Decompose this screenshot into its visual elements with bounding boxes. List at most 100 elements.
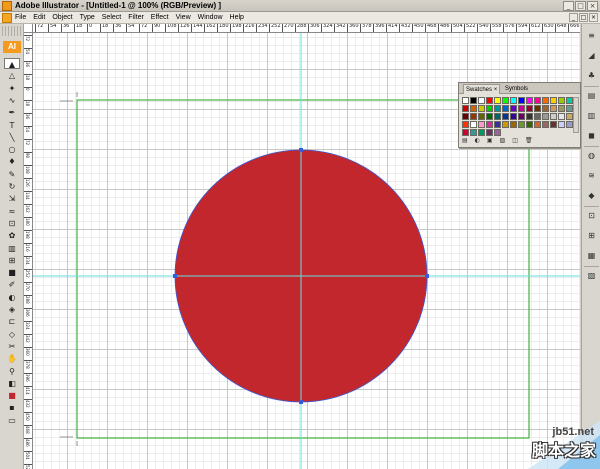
transform-panel-icon[interactable]: ⊞ [585,230,598,242]
document-icon[interactable] [2,13,12,23]
hand-icon[interactable]: ✋ [4,353,20,364]
color-swatch[interactable] [494,105,501,112]
gradient-panel-icon[interactable]: ◼ [585,130,598,142]
color-swatch[interactable] [486,105,493,112]
color-swatch[interactable] [502,113,509,120]
gradient-icon[interactable]: ■ [4,267,20,278]
rotate-icon[interactable]: ↻ [4,181,20,192]
color-swatch[interactable] [510,121,517,128]
anchor-point-left[interactable] [173,274,177,278]
color-swatch[interactable] [486,113,493,120]
color-swatch[interactable] [470,97,477,104]
color-swatch[interactable] [518,97,525,104]
fill-stroke-icon[interactable]: ■ [4,390,20,401]
menu-object[interactable]: Object [52,12,72,24]
crop-area-icon[interactable]: ⊏ [4,316,20,327]
color-swatch[interactable] [494,113,501,120]
color-swatch[interactable] [518,105,525,112]
color-swatch[interactable] [478,97,485,104]
color-swatch[interactable] [542,121,549,128]
graphic-styles-icon[interactable]: ≋ [585,170,598,182]
menu-file[interactable]: File [15,12,26,24]
color-swatch[interactable] [486,121,493,128]
transparency-panel-icon[interactable]: ◍ [585,150,598,162]
color-swatch[interactable] [470,121,477,128]
color-swatch[interactable] [526,105,533,112]
color-swatch[interactable] [478,121,485,128]
stroke-panel-icon[interactable]: ◢ [585,50,598,62]
color-swatch[interactable] [542,105,549,112]
show-swatch-kinds-icon[interactable]: ◐ [475,136,480,145]
tab-close-icon[interactable]: × [494,87,498,93]
panel-scrollbar[interactable] [573,97,579,133]
color-swatch[interactable] [478,129,485,136]
color-swatch[interactable] [550,97,557,104]
color-swatch[interactable] [470,105,477,112]
color-mode-icon[interactable]: ▪ [4,402,20,413]
color-swatch[interactable] [502,105,509,112]
tab-symbols[interactable]: Symbols [503,84,530,94]
zoom-icon[interactable]: ⚲ [4,366,20,377]
color-swatch[interactable] [502,121,509,128]
color-swatch[interactable] [486,97,493,104]
pathfinder-panel-icon[interactable]: ▧ [585,270,598,282]
toolbar-grip[interactable] [2,26,22,36]
color-swatch[interactable] [550,105,557,112]
color-swatch[interactable] [494,97,501,104]
color-swatch[interactable] [502,97,509,104]
menu-window[interactable]: Window [198,12,223,24]
new-swatch-icon[interactable]: ◫ [512,136,518,145]
tab-swatches[interactable]: Swatches × [463,84,501,94]
maximize-button[interactable]: □ [575,1,586,11]
scissors-icon[interactable]: ✂ [4,341,20,352]
eyedropper-icon[interactable]: ✐ [4,279,20,290]
color-swatch[interactable] [526,113,533,120]
color-swatch[interactable] [486,129,493,136]
anchor-point-top[interactable] [299,148,303,152]
color-swatch[interactable] [550,121,557,128]
new-color-group-icon[interactable]: ▨ [500,136,506,145]
menu-select[interactable]: Select [102,12,121,24]
paintbrush-icon[interactable]: ♦ [4,156,20,167]
color-swatch[interactable] [566,113,573,120]
color-swatch[interactable] [566,97,573,104]
color-swatch[interactable] [558,97,565,104]
minimize-button[interactable]: _ [563,1,574,11]
blend-icon[interactable]: ◐ [4,292,20,303]
color-swatch[interactable] [566,105,573,112]
color-swatch[interactable] [470,129,477,136]
doc-close-button[interactable]: × [589,13,598,22]
color-swatch[interactable] [462,121,469,128]
symbol-sprayer-icon[interactable]: ✿ [4,230,20,241]
free-transform-icon[interactable]: ⊡ [4,218,20,229]
anchor-point-right[interactable] [425,274,429,278]
selection-arrow-icon[interactable]: ▲ [4,58,20,69]
brushes-panel-icon[interactable]: ▤ [585,90,598,102]
color-swatch[interactable] [462,105,469,112]
color-swatch[interactable] [550,113,557,120]
color-swatch[interactable] [518,121,525,128]
close-button[interactable]: × [587,1,598,11]
swatch-libraries-icon[interactable]: ▤ [462,136,468,145]
layers-panel-icon[interactable]: ⊡ [585,210,598,222]
pen-icon[interactable]: ✒ [4,107,20,118]
color-swatch[interactable] [534,113,541,120]
menu-filter[interactable]: Filter [128,12,144,24]
color-swatch[interactable] [510,113,517,120]
color-swatch[interactable] [478,113,485,120]
color-swatch[interactable] [526,121,533,128]
graph-icon[interactable]: ▥ [4,243,20,254]
color-swatch[interactable] [558,121,565,128]
slice-icon[interactable]: ◇ [4,329,20,340]
menu-effect[interactable]: Effect [151,12,169,24]
color-swatch[interactable] [494,129,501,136]
color-swatch[interactable] [518,113,525,120]
ellipse-icon[interactable]: ○ [4,144,20,155]
menu-help[interactable]: Help [230,12,244,24]
color-swatch[interactable] [478,105,485,112]
scale-icon[interactable]: ⇲ [4,193,20,204]
horizontal-ruler[interactable]: 72 54 36 18 0 18 36 54 72 90 108 126 144 162 180 198 216… [33,24,580,33]
color-swatch[interactable] [510,97,517,104]
swatch-options-icon[interactable]: ▣ [487,136,493,145]
anchor-point-bottom[interactable] [299,400,303,404]
